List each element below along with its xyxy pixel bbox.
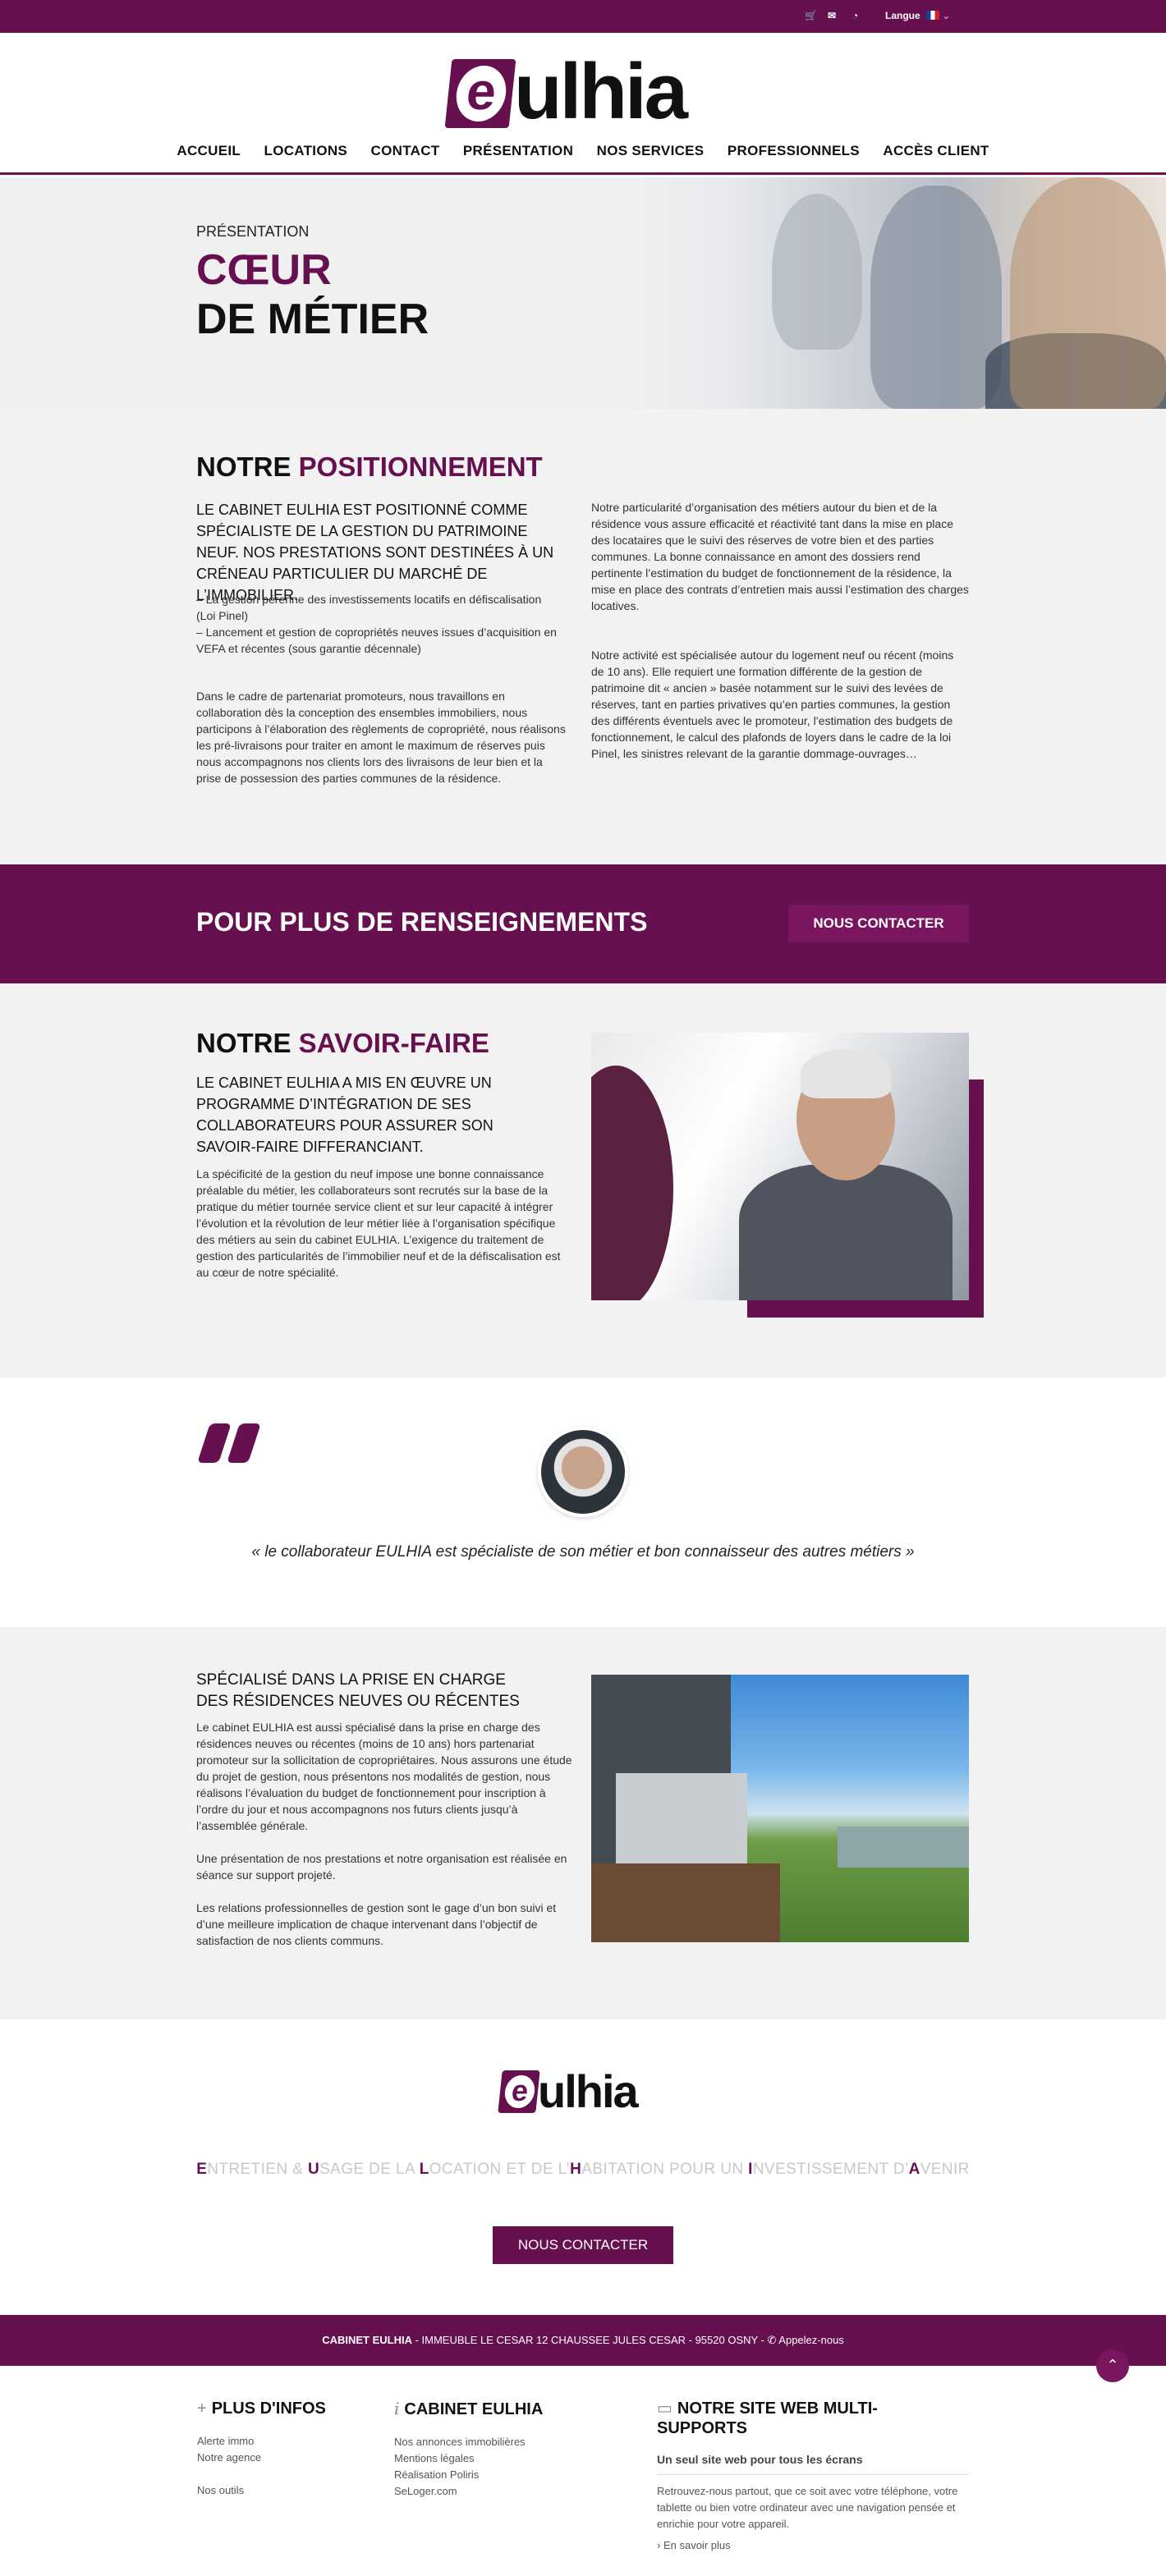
footer-brand-section: e ulhia ENTRETIEN & USAGE DE LA LOCATION… (0, 2019, 1166, 2315)
savoir-faire-lead: LE CABINET EULHIA A MIS EN ŒUVRE UN PROG… (196, 1075, 493, 1155)
positionnement-para-left: Dans le cadre de partenariat promoteurs,… (196, 690, 566, 785)
french-flag-icon (926, 11, 940, 20)
positionnement-bullets: – La gestion pérenne des investissements… (196, 593, 557, 655)
quote-text: « le collaborateur EULHIA est spécialist… (251, 1543, 915, 1561)
monitor-icon: ▭ (657, 2400, 673, 2418)
footer-col-multisupport: ▭ NOTRE SITE WEB MULTI-SUPPORTS Un seul s… (657, 2399, 969, 2554)
logo-e-mark: e (444, 59, 516, 128)
footer-contact-button[interactable]: NOUS CONTACTER (493, 2226, 673, 2264)
phone-icon: ✆ (767, 2334, 779, 2346)
language-label: Langue (885, 10, 920, 21)
hero-title-line2: DE MÉTIER (196, 296, 429, 343)
footer-col-infos: + PLUS D'INFOS Alerte immo Notre agence N… (197, 2399, 361, 2499)
nav-presentation[interactable]: PRÉSENTATION (463, 143, 573, 159)
footer-link-seloger[interactable]: SeLoger.com (394, 2483, 599, 2500)
phone-link[interactable]: Appelez-nous (778, 2334, 844, 2346)
multisupport-text: Retrouvez-nous partout, que ce soit avec… (657, 2485, 958, 2530)
eulhia-logo[interactable]: e ulhia (444, 48, 719, 135)
positionnement-para-right-2: Notre activité est spécialisée autour du… (591, 649, 954, 760)
residence-photo (591, 1675, 969, 1942)
nav-nos-services[interactable]: NOS SERVICES (597, 143, 705, 159)
hero-banner: PRÉSENTATION CŒUR DE MÉTIER (0, 177, 1166, 409)
specialise-para-1: Le cabinet EULHIA est aussi spécialisé d… (196, 1721, 572, 1832)
en-savoir-plus-link[interactable]: En savoir plus (663, 2539, 731, 2551)
mail-icon[interactable]: ✉ (828, 10, 836, 21)
nav-locations[interactable]: LOCATIONS (264, 143, 348, 159)
hero-kicker: PRÉSENTATION (196, 223, 310, 240)
footer-link-agence[interactable]: Notre agence (197, 2450, 361, 2466)
address-bar: CABINET EULHIA - IMMEUBLE LE CESAR 12 CH… (0, 2315, 1166, 2366)
footer-link-poliris[interactable]: Réalisation Poliris (394, 2467, 599, 2483)
specialise-para-3: Les relations professionnelles de gestio… (196, 1901, 557, 1947)
positionnement-lead: LE CABINET EULHIA EST POSITIONNÉ COMME S… (196, 502, 554, 603)
savoir-faire-photo (591, 1033, 969, 1300)
savoir-faire-body: La spécificité de la gestion du neuf imp… (196, 1167, 561, 1279)
logo-text: ulhia (514, 48, 688, 135)
savoir-faire-title: NOTRE SAVOIR-FAIRE (196, 1028, 489, 1058)
cta-band: POUR PLUS DE RENSEIGNEMENTS NOUS CONTACT… (0, 864, 1166, 983)
footer-eulhia-logo[interactable]: e ulhia (498, 2067, 673, 2116)
cta-contact-button[interactable]: NOUS CONTACTER (788, 905, 969, 942)
specialise-section: SPÉCIALISÉ DANS LA PRISE EN CHARGE DES R… (0, 1627, 1166, 2019)
specialise-para-2: Une présentation de nos prestations et n… (196, 1852, 567, 1882)
positionnement-section: NOTRE POSITIONNEMENT LE CABINET EULHIA E… (0, 409, 1166, 864)
address-company: CABINET EULHIA (322, 2334, 412, 2346)
cart-icon[interactable]: 🛒 (805, 10, 817, 21)
footer-col-cabinet: i CABINET EULHIA Nos annonces immobilière… (394, 2399, 599, 2500)
plus-icon: + (197, 2400, 207, 2418)
address-text: - IMMEUBLE LE CESAR 12 CHAUSSEE JULES CE… (411, 2334, 768, 2346)
cta-title: POUR PLUS DE RENSEIGNEMENTS (196, 907, 648, 937)
site-header: e ulhia ACCUEIL LOCATIONS CONTACT PRÉSEN… (0, 33, 1166, 175)
savoir-faire-section: NOTRE SAVOIR-FAIRE LE CABINET EULHIA A M… (0, 983, 1166, 1377)
footer-link-annonces[interactable]: Nos annonces immobilières (394, 2434, 599, 2450)
hero-business-people-photo (624, 177, 1166, 409)
language-selector[interactable]: Langue ⌄ (885, 10, 950, 21)
chevron-right-icon: › (657, 2539, 663, 2551)
nav-acces-client[interactable]: ACCÈS CLIENT (883, 143, 989, 159)
multisupport-subtitle: Un seul site web pour tous les écrans (657, 2453, 969, 2475)
footer: + PLUS D'INFOS Alerte immo Notre agence N… (0, 2366, 1166, 2576)
chevron-up-icon[interactable]: ⌃ (1096, 2349, 1129, 2382)
nav-professionnels[interactable]: PROFESSIONNELS (728, 143, 860, 159)
footer-link-mentions[interactable]: Mentions légales (394, 2450, 599, 2467)
positionnement-title: NOTRE POSITIONNEMENT (196, 451, 543, 482)
footer-link-alerte[interactable]: Alerte immo (197, 2433, 361, 2450)
nav-accueil[interactable]: ACCUEIL (177, 143, 241, 159)
hero-title-line1: CŒUR (196, 246, 332, 294)
chevron-down-icon: ⌄ (942, 10, 951, 21)
positionnement-para-right-1: Notre particularité d’organisation des m… (591, 501, 969, 612)
nav-contact[interactable]: CONTACT (371, 143, 440, 159)
quote-section: « le collaborateur EULHIA est spécialist… (0, 1377, 1166, 1627)
rss-icon[interactable]: ◔ (852, 10, 858, 21)
top-bar: 🛒 ✉ ◔ Langue ⌄ (0, 0, 1166, 33)
footer-link-outils[interactable]: Nos outils (197, 2482, 361, 2499)
quote-mark-icon (197, 1423, 261, 1463)
eulhia-tagline: ENTRETIEN & USAGE DE LA LOCATION ET DE L… (196, 2161, 970, 2178)
quote-avatar (538, 1427, 628, 1517)
info-icon: i (394, 2399, 400, 2418)
specialise-title: SPÉCIALISÉ DANS LA PRISE EN CHARGE DES R… (196, 1671, 520, 1710)
main-nav: ACCUEIL LOCATIONS CONTACT PRÉSENTATION N… (0, 143, 1166, 159)
